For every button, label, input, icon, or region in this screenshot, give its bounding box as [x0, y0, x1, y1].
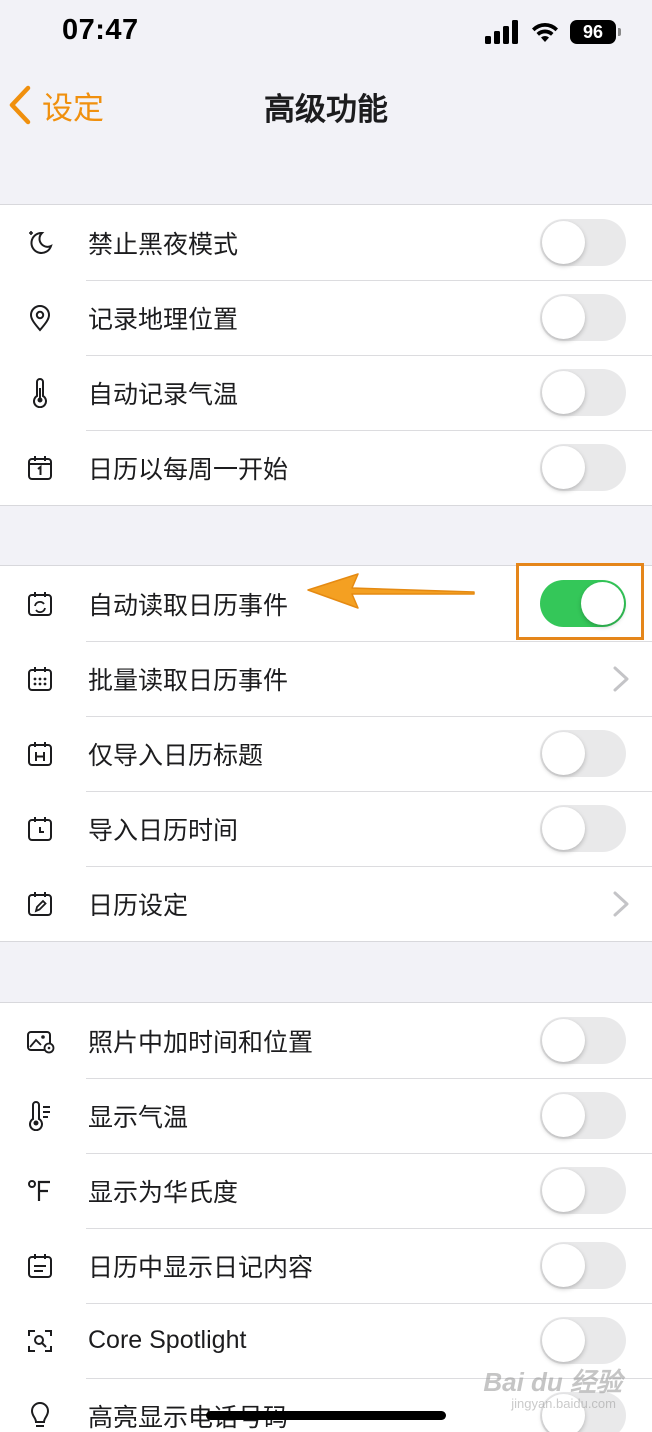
setting-row-import-title-only: 仅导入日历标题 [0, 716, 652, 791]
chevron-right-icon[interactable] [612, 665, 630, 693]
chevron-right-icon[interactable] [612, 890, 630, 918]
wifi-icon [532, 22, 558, 42]
setting-label: 自动记录气温 [88, 380, 239, 409]
photo-time-location-toggle[interactable] [540, 1017, 626, 1064]
setting-row-record-location: 记录地理位置 [0, 280, 652, 355]
setting-label: 记录地理位置 [88, 305, 239, 334]
auto-read-calendar-toggle[interactable] [540, 580, 626, 627]
spotlight-icon [24, 1325, 56, 1357]
fahrenheit-icon [24, 1175, 56, 1207]
cellular-signal-icon [485, 20, 518, 44]
setting-row-batch-read-calendar[interactable]: 批量读取日历事件 [0, 641, 652, 716]
thermometer-scale-icon [24, 1100, 56, 1132]
setting-row-week-starts-monday: 日历以每周一开始 [0, 430, 652, 505]
moon-icon [24, 227, 56, 259]
setting-row-disable-dark-mode: 禁止黑夜模式 [0, 205, 652, 280]
nav-bar: 设定 高级功能 [0, 62, 652, 148]
setting-label: 禁止黑夜模式 [88, 230, 239, 259]
status-icons: 96 [484, 18, 621, 46]
setting-row-photo-time-location: 照片中加时间和位置 [0, 1003, 652, 1078]
setting-label: 仅导入日历标题 [88, 741, 264, 770]
setting-row-calendar-settings[interactable]: 日历设定 [0, 866, 652, 941]
setting-label: 日历设定 [88, 891, 189, 920]
setting-row-auto-temperature: 自动记录气温 [0, 355, 652, 430]
watermark-url: jingyan.baidu.com [511, 1396, 616, 1411]
home-indicator[interactable] [206, 1411, 446, 1420]
setting-row-calendar-show-diary: 日历中显示日记内容 [0, 1228, 652, 1303]
settings-group-calendar: 自动读取日历事件 批量读取日历事件 仅导入日历标题 导入日历时间 日历设定 [0, 565, 652, 942]
status-time: 07:47 [62, 14, 139, 46]
page-title: 高级功能 [264, 92, 388, 127]
setting-label: 自动读取日历事件 [88, 591, 289, 620]
calendar-sync-icon [24, 588, 56, 620]
settings-group-basic: 禁止黑夜模式 记录地理位置 自动记录气温 日历以每周一开始 [0, 204, 652, 506]
calendar-one-icon [24, 452, 56, 484]
setting-label: 日历以每周一开始 [88, 455, 289, 484]
setting-row-auto-read-calendar: 自动读取日历事件 [0, 566, 652, 641]
setting-label: 导入日历时间 [88, 816, 239, 845]
setting-row-import-calendar-time: 导入日历时间 [0, 791, 652, 866]
setting-row-show-temperature: 显示气温 [0, 1078, 652, 1153]
calendar-edit-icon [24, 888, 56, 920]
setting-label: 照片中加时间和位置 [88, 1028, 314, 1057]
setting-label: 显示为华氏度 [88, 1178, 239, 1207]
watermark-logo: Bai du 经验 [483, 1367, 622, 1397]
record-location-toggle[interactable] [540, 294, 626, 341]
setting-label: 显示气温 [88, 1103, 189, 1132]
calendar-show-diary-toggle[interactable] [540, 1242, 626, 1289]
setting-row-fahrenheit: 显示为华氏度 [0, 1153, 652, 1228]
lightbulb-icon [24, 1400, 56, 1432]
show-temperature-toggle[interactable] [540, 1092, 626, 1139]
import-calendar-time-toggle[interactable] [540, 805, 626, 852]
photo-location-icon [24, 1025, 56, 1057]
location-pin-icon [24, 302, 56, 334]
calendar-list-icon [24, 1250, 56, 1282]
thermometer-icon [24, 377, 56, 409]
import-title-only-toggle[interactable] [540, 730, 626, 777]
calendar-h-icon [24, 738, 56, 770]
battery-icon: 96 [570, 20, 621, 44]
fahrenheit-toggle[interactable] [540, 1167, 626, 1214]
calendar-clock-icon [24, 813, 56, 845]
setting-label: 批量读取日历事件 [88, 666, 289, 695]
auto-temperature-toggle[interactable] [540, 369, 626, 416]
status-bar: 07:47 96 [0, 0, 652, 62]
core-spotlight-toggle[interactable] [540, 1317, 626, 1364]
setting-label: Core Spotlight [88, 1326, 247, 1354]
calendar-grid-icon [24, 663, 56, 695]
setting-label: 日历中显示日记内容 [88, 1253, 314, 1282]
disable-dark-mode-toggle[interactable] [540, 219, 626, 266]
week-starts-monday-toggle[interactable] [540, 444, 626, 491]
